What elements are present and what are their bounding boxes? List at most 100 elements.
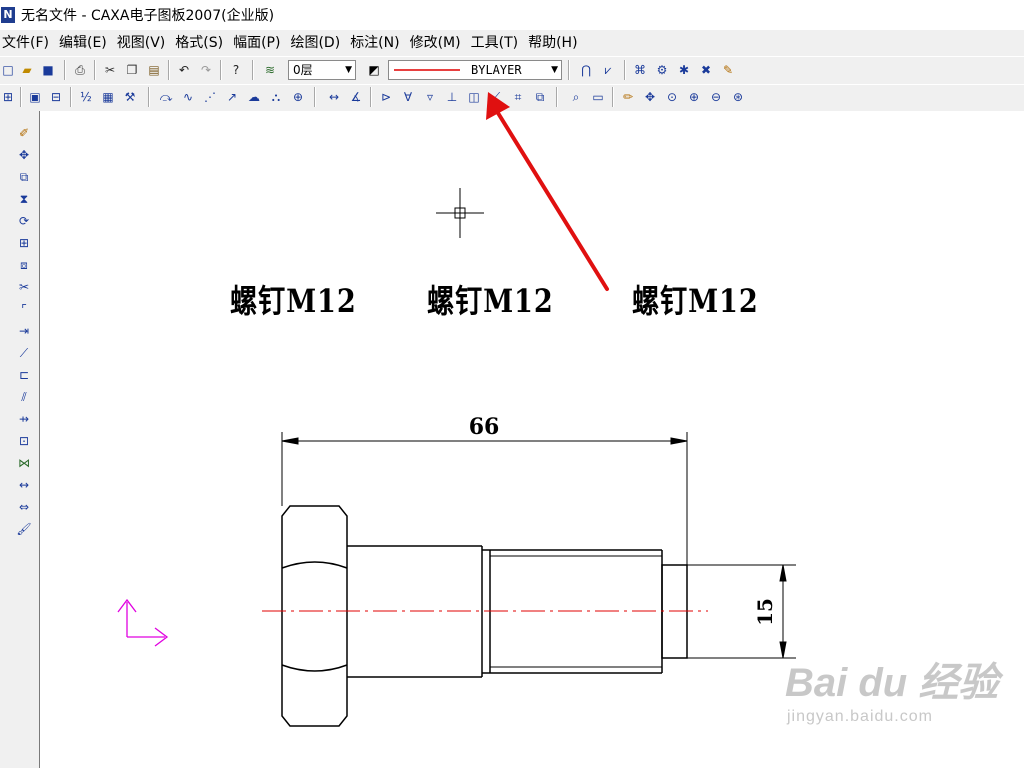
title-block-icon[interactable]: ⊟ — [48, 89, 64, 105]
broken-line-icon[interactable]: ⋰ — [202, 89, 218, 105]
linetype-value: BYLAYER — [471, 63, 522, 77]
layer-icon[interactable]: ≋ — [262, 62, 278, 78]
linetype-select[interactable]: BYLAYER ▼ — [388, 60, 562, 80]
move-icon[interactable]: ✥ — [16, 147, 32, 163]
window-title: 无名文件 - CAXA电子图板2007(企业版) — [21, 8, 275, 24]
center-mark-icon[interactable]: ⊕ — [290, 89, 306, 105]
break-icon[interactable]: ⟋ — [16, 345, 32, 361]
layer-value: 0层 — [293, 63, 313, 77]
cloud-icon[interactable]: ☁ — [246, 89, 262, 105]
menu-dimension[interactable]: 标注(N) — [345, 30, 404, 56]
offset-icon[interactable]: ⫽ — [16, 389, 32, 405]
section-icon[interactable]: ⌗ — [510, 89, 526, 105]
toolbar-separator — [370, 87, 372, 107]
open-file-icon[interactable]: ▰ — [19, 62, 35, 78]
weld-symbol-icon[interactable]: ⟋ — [488, 89, 504, 105]
menu-format[interactable]: 格式(S) — [170, 30, 228, 56]
toolbar-separator — [314, 87, 316, 107]
copy-select-icon[interactable]: ⧉ — [16, 169, 32, 185]
menu-tools[interactable]: 工具(T) — [466, 30, 523, 56]
sequence-number-icon[interactable]: ½ — [78, 89, 94, 105]
hook-icon[interactable]: ⤼ — [158, 89, 174, 105]
undo-icon[interactable]: ↶ — [176, 62, 192, 78]
print-icon[interactable]: ⎙ — [72, 62, 88, 78]
color-icon[interactable]: ◩ — [366, 62, 382, 78]
match-icon[interactable]: ✱ — [676, 62, 692, 78]
toolbar-separator — [20, 87, 22, 107]
parts-library-icon[interactable]: ⚒ — [122, 89, 138, 105]
align-icon[interactable]: ⇸ — [16, 411, 32, 427]
redo-icon[interactable]: ↷ — [198, 62, 214, 78]
watermark-url: jingyan.baidu.com — [787, 708, 933, 725]
layer-select[interactable]: 0层 ▼ — [288, 60, 356, 80]
frame-icon[interactable]: ▣ — [27, 89, 43, 105]
title-bar: N 无名文件 - CAXA电子图板2007(企业版) — [0, 0, 1024, 30]
chevron-down-icon: ▼ — [551, 65, 558, 75]
magnet-snap-icon[interactable]: ⋂ — [578, 62, 594, 78]
extend-icon[interactable]: ⇥ — [16, 323, 32, 339]
angular-dimension-icon[interactable]: ∡ — [348, 89, 364, 105]
pointer-icon[interactable]: ▿ — [422, 89, 438, 105]
save-icon[interactable]: ■ — [40, 62, 56, 78]
view-label-icon[interactable]: ⧉ — [532, 89, 548, 105]
measure-icon[interactable]: ▭ — [590, 89, 606, 105]
toolbar-separator — [612, 87, 614, 107]
query-icon[interactable]: ⌕ — [568, 89, 584, 105]
linear-dimension-icon[interactable]: ↔ — [326, 89, 342, 105]
arrow-icon[interactable]: ↗ — [224, 89, 240, 105]
rotate-icon[interactable]: ⟳ — [16, 213, 32, 229]
new-file-icon[interactable]: □ — [0, 62, 16, 78]
menu-draw[interactable]: 绘图(D) — [285, 30, 345, 56]
filter-icon[interactable]: ✖ — [698, 62, 714, 78]
pencil-icon[interactable]: ✏ — [620, 89, 636, 105]
join-icon[interactable]: ⊡ — [16, 433, 32, 449]
scale-icon[interactable]: ⧈ — [16, 257, 32, 273]
trim-icon[interactable]: ✂ — [16, 279, 32, 295]
dimension-edit-icon[interactable]: ↔ — [16, 477, 32, 493]
brush-icon[interactable]: ✎ — [720, 62, 736, 78]
copy-icon[interactable]: ❐ — [124, 62, 140, 78]
stretch-dimension-icon[interactable]: ⇔ — [16, 499, 32, 515]
menu-modify[interactable]: 修改(M) — [405, 30, 466, 56]
left-tool-palette: ✐ ✥ ⧉ ⧗ ⟳ ⊞ ⧈ ✂ ⌜ ⇥ ⟋ ⊏ ⫽ ⇸ ⊡ ⋈ ↔ ⇔ 🖌 — [0, 111, 40, 768]
array-icon[interactable]: ⊞ — [16, 235, 32, 251]
wave-icon[interactable]: ∿ — [180, 89, 196, 105]
zoom-window-icon[interactable]: ⊙ — [664, 89, 680, 105]
mirror-icon[interactable]: ⧗ — [16, 191, 32, 207]
drawing-label: 螺钉M12 — [427, 282, 554, 320]
cut-icon[interactable]: ✂ — [102, 62, 118, 78]
toolbar-separator — [168, 60, 170, 80]
format-brush-icon[interactable]: 🖌 — [16, 521, 32, 537]
roughness-icon[interactable]: ∀ — [400, 89, 416, 105]
menu-sheet[interactable]: 幅面(P) — [228, 30, 285, 56]
detail-list-icon[interactable]: ▦ — [100, 89, 116, 105]
zoom-out-icon[interactable]: ⊖ — [708, 89, 724, 105]
datum-icon[interactable]: ⊥ — [444, 89, 460, 105]
zoom-in-icon[interactable]: ⊕ — [686, 89, 702, 105]
fillet-icon[interactable]: ⌜ — [16, 301, 32, 317]
tolerance-icon[interactable]: ◫ — [466, 89, 482, 105]
menu-help[interactable]: 帮助(H) — [523, 30, 582, 56]
help-icon[interactable]: ? — [228, 62, 244, 78]
drawing-toolbar: ⊞ ▣ ⊟ ½ ▦ ⚒ ⤼ ∿ ⋰ ↗ ☁ ⛬ ⊕ ↔ ∡ ⊳ ∀ ▿ ⊥ ◫ … — [0, 84, 1024, 112]
leader-icon[interactable]: ⊳ — [378, 89, 394, 105]
zoom-all-icon[interactable]: ⊛ — [730, 89, 746, 105]
menu-edit[interactable]: 编辑(E) — [54, 30, 112, 56]
watermark-logo: Bai du 经验 — [785, 661, 999, 705]
grid-icon[interactable]: ⊞ — [0, 89, 16, 105]
baidu-watermark: Bai du 经验 jingyan.baidu.com — [785, 650, 998, 726]
menu-view[interactable]: 视图(V) — [112, 30, 171, 56]
explode-icon[interactable]: ⋈ — [16, 455, 32, 471]
hatch-icon[interactable]: ⛬ — [268, 89, 284, 105]
standard-toolbar: □ ▰ ■ ⎙ ✂ ❐ ▤ ↶ ↷ ? ≋ 0层 ▼ ◩ BYLAYER ▼ ⋂… — [0, 56, 1024, 84]
toolbar-separator — [556, 87, 558, 107]
select-icon[interactable]: ⌘ — [632, 62, 648, 78]
properties-icon[interactable]: ⚙ — [654, 62, 670, 78]
stretch-icon[interactable]: ⊏ — [16, 367, 32, 383]
erase-icon[interactable]: ✐ — [16, 125, 32, 141]
smart-snap-icon[interactable]: ⩗ — [600, 62, 616, 78]
pan-zoom-icon[interactable]: ✥ — [642, 89, 658, 105]
paste-icon[interactable]: ▤ — [146, 62, 162, 78]
toolbar-separator — [148, 87, 150, 107]
menu-file[interactable]: 文件(F) — [0, 30, 54, 56]
